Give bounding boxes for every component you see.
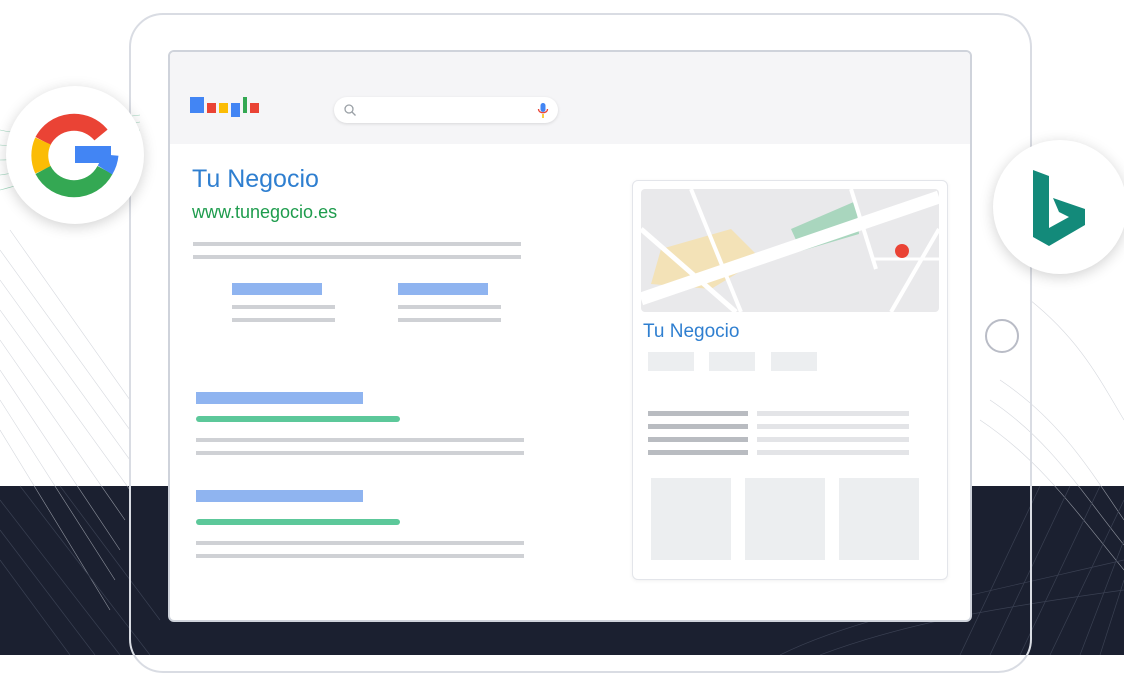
- info-label-line: [648, 411, 748, 416]
- sitelink-title[interactable]: [232, 283, 322, 295]
- result-url-placeholder: [196, 416, 400, 422]
- sitelink-snippet-line: [232, 305, 335, 309]
- result-title-placeholder[interactable]: [196, 392, 363, 404]
- microphone-icon[interactable]: [537, 102, 549, 119]
- knowledge-panel-title[interactable]: Tu Negocio: [643, 321, 739, 343]
- result-title-placeholder[interactable]: [196, 490, 363, 502]
- result-url-placeholder: [196, 519, 400, 525]
- info-label-line: [648, 437, 748, 442]
- action-chip[interactable]: [648, 352, 694, 371]
- sitelink-snippet-line: [398, 305, 501, 309]
- photo-thumbnail[interactable]: [651, 478, 731, 560]
- info-label-line: [648, 450, 748, 455]
- info-value-line: [757, 437, 909, 442]
- result-snippet-line: [196, 438, 524, 442]
- sitelink-title[interactable]: [398, 283, 488, 295]
- map-thumbnail[interactable]: [641, 189, 939, 312]
- result-snippet-line: [196, 541, 524, 545]
- info-label-line: [648, 424, 748, 429]
- google-badge: [6, 86, 144, 224]
- action-chip[interactable]: [771, 352, 817, 371]
- search-header: [170, 52, 970, 144]
- result-snippet-line: [193, 242, 521, 246]
- knowledge-panel: Tu Negocio: [632, 180, 948, 580]
- search-input[interactable]: [334, 97, 558, 123]
- info-value-line: [757, 411, 909, 416]
- result-title-link[interactable]: Tu Negocio: [192, 165, 319, 194]
- action-chip[interactable]: [709, 352, 755, 371]
- tablet-home-button[interactable]: [985, 319, 1019, 353]
- search-icon: [344, 104, 356, 116]
- info-value-line: [757, 424, 909, 429]
- search-engine-logo: [190, 97, 259, 117]
- map-pin-icon: [895, 244, 909, 258]
- bing-badge: [993, 140, 1124, 274]
- photo-thumbnail[interactable]: [839, 478, 919, 560]
- result-snippet-line: [193, 255, 521, 259]
- info-value-line: [757, 450, 909, 455]
- bing-icon: [1033, 170, 1085, 246]
- google-g-icon: [31, 113, 119, 198]
- result-snippet-line: [196, 451, 524, 455]
- result-url[interactable]: www.tunegocio.es: [192, 202, 337, 223]
- sitelink-snippet-line: [398, 318, 501, 322]
- result-snippet-line: [196, 554, 524, 558]
- sitelink-snippet-line: [232, 318, 335, 322]
- photo-thumbnail[interactable]: [745, 478, 825, 560]
- tablet-screen: Tu Negocio www.tunegocio.es Tu Negocio: [168, 50, 972, 622]
